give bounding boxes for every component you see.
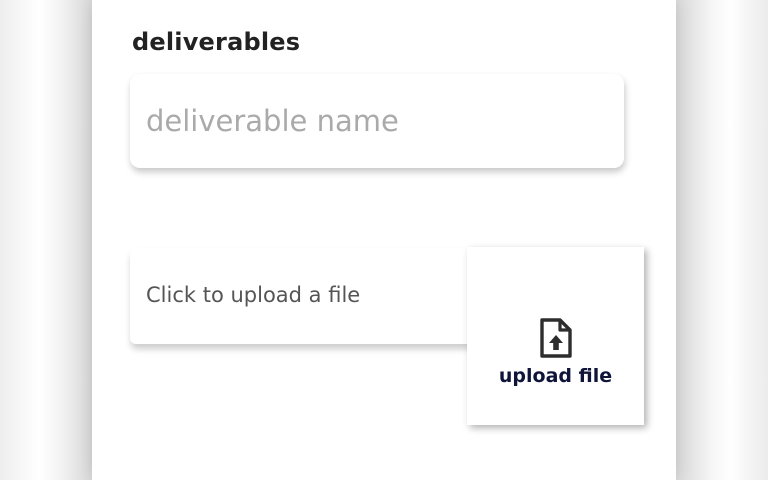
upload-file-button[interactable]: upload file <box>467 247 644 425</box>
file-upload-field[interactable]: Click to upload a file <box>130 248 480 344</box>
file-upload-icon <box>539 318 572 358</box>
deliverable-name-input[interactable] <box>130 74 624 168</box>
section-title: deliverables <box>132 28 301 56</box>
upload-prompt: Click to upload a file <box>146 283 361 307</box>
upload-file-label: upload file <box>498 365 613 387</box>
deliverables-card: deliverables Click to upload a file uplo… <box>92 0 676 480</box>
